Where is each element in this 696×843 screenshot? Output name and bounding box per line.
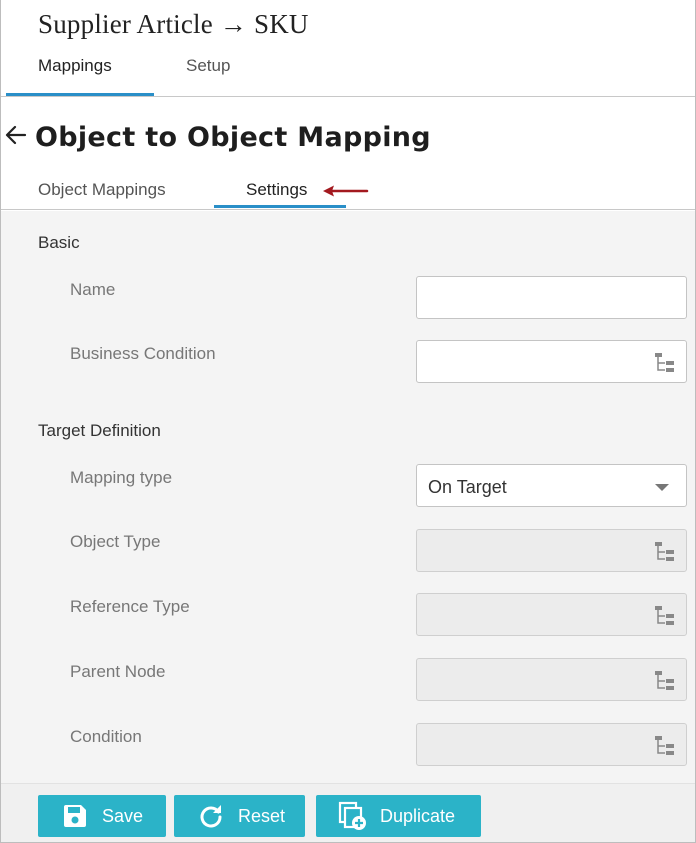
- condition-field: [416, 723, 687, 766]
- section-title-target: Target Definition: [38, 421, 161, 440]
- mapping-type-select[interactable]: On Target: [416, 464, 687, 507]
- mapping-type-value: On Target: [428, 477, 507, 497]
- save-button-label: Save: [102, 805, 144, 826]
- tab-mappings[interactable]: Mappings: [38, 56, 112, 76]
- active-tab-indicator: [6, 93, 154, 96]
- duplicate-button-label: Duplicate: [380, 805, 456, 826]
- copy-add-icon: [338, 801, 366, 830]
- app-title: Supplier Article → SKU: [38, 9, 309, 39]
- annotation-arrow-icon: [323, 185, 369, 197]
- business-condition-field[interactable]: [416, 340, 687, 383]
- reference-type-field: [416, 593, 687, 636]
- object-type-field: [416, 529, 687, 572]
- app-window: Supplier Article → SKU Mappings Setup Ob…: [0, 0, 696, 843]
- back-arrow-icon[interactable]: [3, 122, 29, 148]
- chevron-down-icon: [655, 484, 669, 491]
- label-condition: Condition: [70, 727, 142, 746]
- label-business-condition: Business Condition: [70, 344, 216, 363]
- label-object-type: Object Type: [70, 532, 161, 551]
- app-header: Supplier Article → SKU Mappings Setup: [1, 0, 695, 97]
- tab-setup[interactable]: Setup: [186, 56, 230, 76]
- floppy-disk-icon: [64, 805, 86, 827]
- tree-picker-icon: [655, 606, 674, 625]
- refresh-icon: [200, 805, 222, 828]
- reset-button-label: Reset: [238, 805, 286, 826]
- active-subtab-indicator: [214, 205, 346, 208]
- parent-node-field: [416, 658, 687, 701]
- tree-picker-icon: [655, 542, 674, 561]
- label-parent-node: Parent Node: [70, 662, 166, 681]
- tab-object-mappings[interactable]: Object Mappings: [38, 180, 166, 200]
- save-button[interactable]: Save: [38, 795, 166, 837]
- tree-picker-icon: [655, 736, 674, 755]
- action-bar: Save Reset Duplicate: [1, 783, 695, 842]
- tab-settings[interactable]: Settings: [246, 180, 307, 200]
- tree-picker-icon[interactable]: [654, 352, 676, 374]
- section-title-basic: Basic: [38, 233, 80, 252]
- page-header: Object to Object Mapping Object Mappings…: [1, 98, 695, 210]
- tree-picker-icon: [655, 671, 674, 690]
- label-reference-type: Reference Type: [70, 597, 190, 616]
- reset-button[interactable]: Reset: [174, 795, 305, 837]
- name-input[interactable]: [417, 277, 686, 318]
- label-mapping-type: Mapping type: [70, 468, 173, 487]
- name-field-box: [416, 276, 687, 319]
- label-name: Name: [70, 280, 116, 299]
- duplicate-button[interactable]: Duplicate: [316, 795, 481, 837]
- page-title: Object to Object Mapping: [35, 122, 431, 153]
- settings-form: Basic Name Business Condition Target Def…: [1, 211, 695, 783]
